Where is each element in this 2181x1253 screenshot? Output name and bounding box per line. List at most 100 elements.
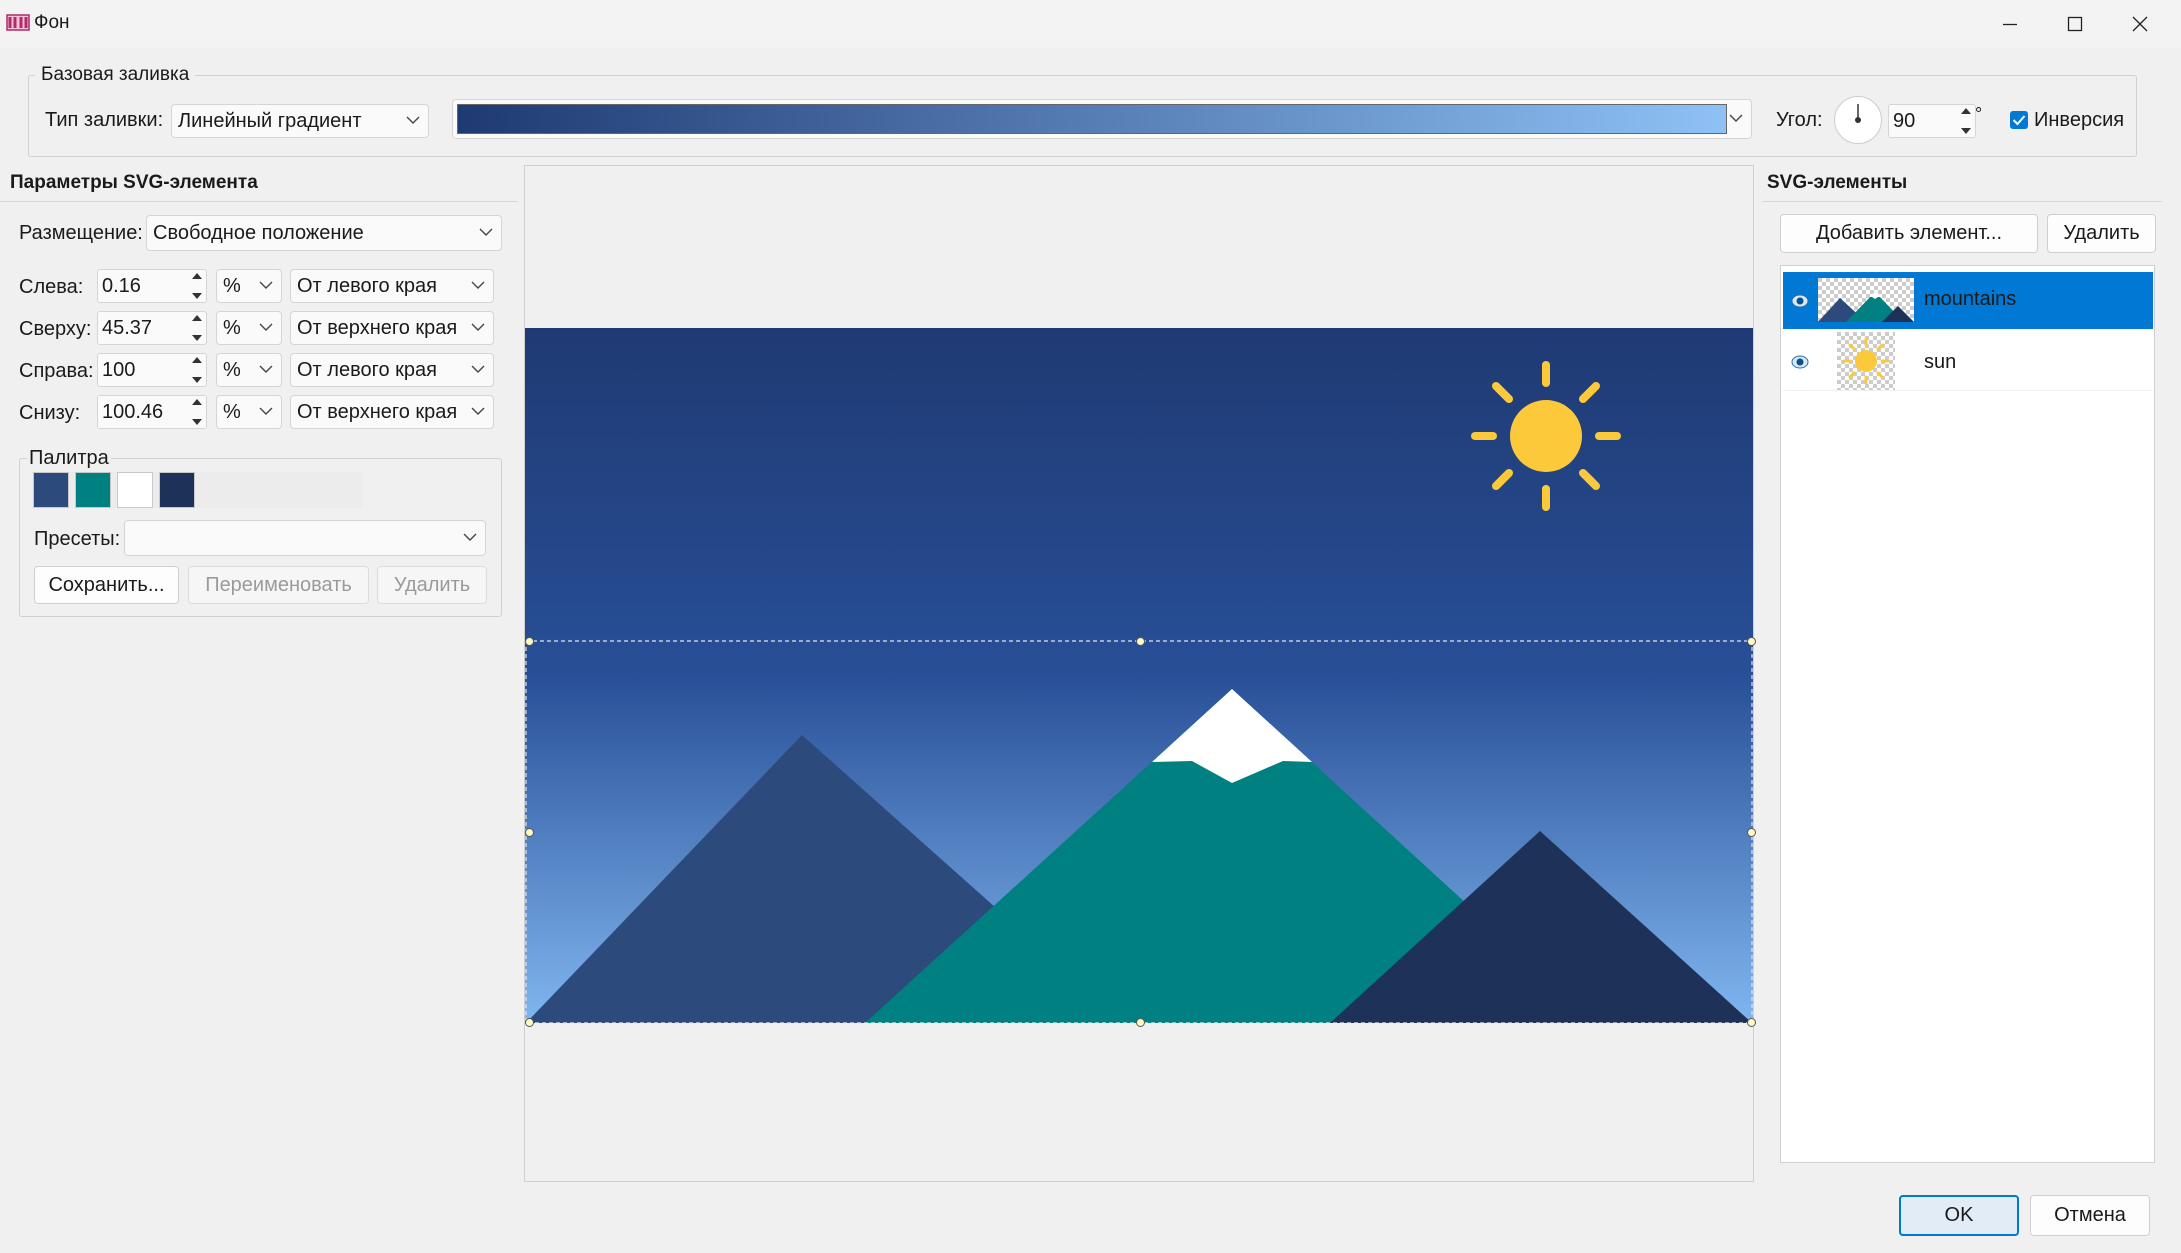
row-label-right: Справа: [19, 360, 94, 382]
resize-handle-tr[interactable] [1746, 636, 1756, 646]
gradient-preview [457, 104, 1727, 134]
bottom-spinbox[interactable]: 100.46 [97, 395, 207, 429]
minimize-button[interactable] [1978, 0, 2042, 48]
angle-value: 90 [1893, 109, 1916, 132]
placement-value: Свободное положение [153, 221, 364, 244]
svg-elements-title: SVG-элементы [1767, 172, 1908, 193]
top-anchor: От верхнего края [297, 316, 458, 339]
presets-label: Пресеты: [34, 528, 121, 550]
rename-preset-button[interactable]: Переименовать [188, 566, 369, 604]
resize-handle-t[interactable] [1135, 636, 1145, 646]
palette-swatch-1[interactable] [33, 472, 69, 508]
left-spinbox[interactable]: 0.16 [97, 269, 207, 303]
left-unit-combo[interactable]: % [216, 269, 282, 303]
bottom-spin-arrows[interactable] [190, 398, 204, 426]
left-anchor: От левого края [297, 274, 437, 297]
gradient-combo[interactable] [452, 99, 1752, 139]
right-spin-arrows[interactable] [190, 356, 204, 384]
palette-swatch-3[interactable] [117, 472, 153, 508]
bottom-value: 100.46 [102, 400, 164, 423]
right-spinbox[interactable]: 100 [97, 353, 207, 387]
angle-spin-arrows[interactable] [1959, 107, 1973, 135]
maximize-button[interactable] [2043, 0, 2107, 48]
fill-type-combo[interactable]: Линейный градиент [171, 104, 429, 138]
palette-swatch-2[interactable] [75, 472, 111, 508]
ok-button[interactable]: OK [1899, 1195, 2019, 1236]
chevron-down-icon [479, 228, 493, 236]
left-value: 0.16 [102, 274, 141, 297]
left-anchor-combo[interactable]: От левого края [290, 269, 494, 303]
left-spin-arrows[interactable] [190, 272, 204, 300]
eye-icon[interactable] [1790, 352, 1810, 372]
angle-spinbox[interactable]: 90 [1888, 104, 1976, 138]
resize-handle-l[interactable] [524, 827, 534, 837]
svg-elements-list[interactable] [1780, 265, 2155, 1163]
placement-label: Размещение: [19, 222, 143, 244]
angle-unit: ° [1975, 104, 1983, 124]
right-unit: % [223, 358, 241, 381]
chevron-down-icon [259, 407, 273, 415]
title-bar [0, 0, 2181, 48]
top-unit-combo[interactable]: % [216, 311, 282, 345]
bottom-anchor-combo[interactable]: От верхнего края [290, 395, 494, 429]
presets-combo[interactable] [124, 520, 486, 556]
top-spin-arrows[interactable] [190, 314, 204, 342]
close-button[interactable] [2108, 0, 2172, 48]
right-value: 100 [102, 358, 136, 381]
eye-icon[interactable] [1790, 291, 1810, 311]
list-item-name: sun [1924, 351, 1957, 373]
right-anchor-combo[interactable]: От левого края [290, 353, 494, 387]
resize-handle-tl[interactable] [524, 636, 534, 646]
spin-down-icon [192, 377, 202, 383]
spin-down-icon [192, 293, 202, 299]
sun-shape[interactable] [1471, 361, 1621, 511]
delete-preset-button[interactable]: Удалить [377, 566, 487, 604]
bottom-anchor: От верхнего края [297, 400, 458, 423]
row-label-top: Сверху: [19, 318, 92, 340]
angle-dial-icon [1855, 104, 1861, 123]
placement-combo[interactable]: Свободное положение [146, 215, 502, 251]
chevron-down-icon [406, 116, 420, 124]
invert-checkbox[interactable] [2010, 111, 2028, 129]
top-anchor-combo[interactable]: От верхнего края [290, 311, 494, 345]
save-preset-button[interactable]: Сохранить... [34, 566, 179, 604]
bottom-unit-combo[interactable]: % [216, 395, 282, 429]
resize-handle-bl[interactable] [524, 1017, 534, 1027]
delete-element-button[interactable]: Удалить [2047, 214, 2156, 253]
chevron-down-icon [471, 365, 485, 373]
invert-label[interactable]: Инверсия [2034, 109, 2124, 132]
angle-label: Угол: [1776, 109, 1823, 131]
chevron-down-icon [1729, 114, 1743, 122]
right-unit-combo[interactable]: % [216, 353, 282, 387]
window-title: Фон [34, 12, 70, 33]
chevron-down-icon [463, 533, 477, 541]
fill-type-value: Линейный градиент [178, 109, 362, 132]
top-unit: % [223, 316, 241, 339]
sun-thumbnail [1837, 332, 1895, 390]
list-item-name: mountains [1924, 288, 2017, 310]
spin-down-icon [192, 419, 202, 425]
angle-dial[interactable] [1834, 96, 1882, 144]
preview-image[interactable] [525, 328, 1753, 1023]
top-value: 45.37 [102, 316, 153, 339]
resize-handle-r[interactable] [1746, 827, 1756, 837]
resize-handle-b[interactable] [1135, 1017, 1145, 1027]
bottom-unit: % [223, 400, 241, 423]
add-element-button[interactable]: Добавить элемент... [1780, 214, 2038, 253]
spin-up-icon [192, 273, 202, 279]
chevron-down-icon [471, 281, 485, 289]
spin-down-icon [1961, 128, 1971, 134]
row-label-bottom: Снизу: [19, 402, 81, 424]
spin-down-icon [192, 335, 202, 341]
top-spinbox[interactable]: 45.37 [97, 311, 207, 345]
resize-handle-br[interactable] [1746, 1017, 1756, 1027]
app-icon [6, 14, 30, 31]
cancel-button[interactable]: Отмена [2030, 1195, 2150, 1236]
chevron-down-icon [471, 407, 485, 415]
spin-up-icon [192, 399, 202, 405]
chevron-down-icon [259, 323, 273, 331]
palette-swatch-4[interactable] [159, 472, 195, 508]
mountains-thumbnail [1818, 278, 1914, 322]
close-icon [2132, 16, 2148, 32]
svg-params-title: Параметры SVG-элемента [10, 172, 258, 193]
